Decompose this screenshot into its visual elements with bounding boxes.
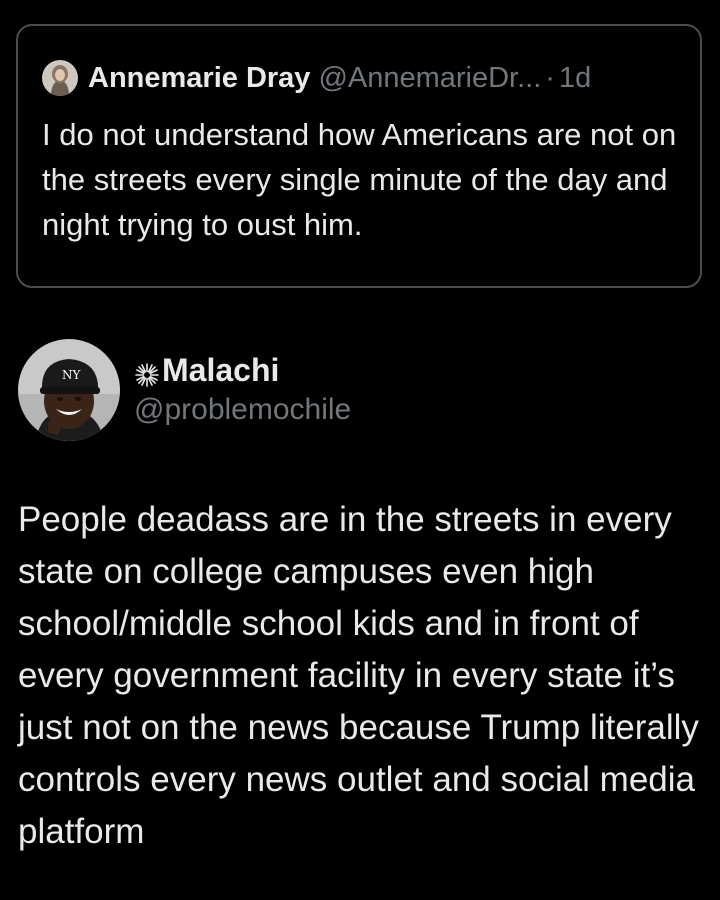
quoted-author-handle[interactable]: @AnnemarieDr...: [318, 61, 541, 95]
svg-text:NY: NY: [62, 368, 82, 382]
author-name-row[interactable]: Malachi: [134, 350, 351, 390]
quoted-tweet-text: I do not understand how Americans are no…: [42, 117, 677, 242]
author-handle[interactable]: @problemochile: [134, 390, 351, 430]
sparkle-icon: [134, 357, 160, 387]
author-meta: Malachi @problemochile: [134, 350, 351, 430]
quoted-tweet-card[interactable]: Annemarie Dray @AnnemarieDr... · 1d I do…: [16, 24, 702, 288]
quoted-meta-separator: ·: [545, 62, 555, 94]
post-text: People deadass are in the streets in eve…: [18, 500, 699, 851]
quoted-tweet-header: Annemarie Dray @AnnemarieDr... · 1d: [42, 60, 591, 96]
author-avatar[interactable]: NY: [18, 339, 120, 441]
quoted-author-avatar[interactable]: [42, 60, 78, 96]
author-name[interactable]: Malachi: [162, 350, 279, 390]
quoted-author-name[interactable]: Annemarie Dray: [88, 61, 310, 95]
quoted-tweet-timestamp[interactable]: 1d: [559, 61, 591, 95]
post-author: NY Malachi @problemochile: [18, 339, 351, 441]
